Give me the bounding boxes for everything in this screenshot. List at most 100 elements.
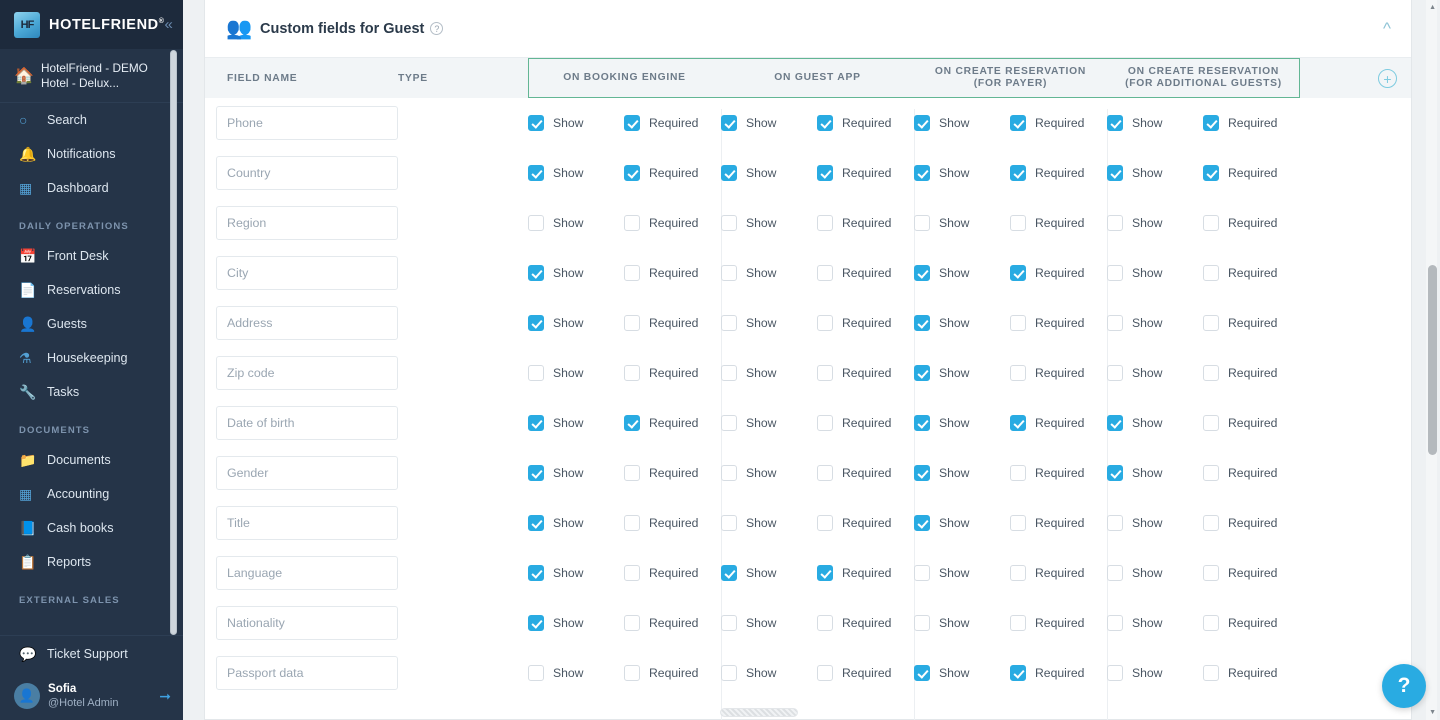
checkbox-guest-app-show[interactable]: Show <box>721 215 817 231</box>
checkbox-unchecked-icon[interactable] <box>1010 565 1026 581</box>
checkbox-unchecked-icon[interactable] <box>817 265 833 281</box>
checkbox-unchecked-icon[interactable] <box>914 615 930 631</box>
checkbox-create-reservation-additional-guests-show[interactable]: Show <box>1107 565 1203 581</box>
checkbox-guest-app-show[interactable]: Show <box>721 365 817 381</box>
checkbox-checked-icon[interactable] <box>528 565 544 581</box>
sidebar-item-housekeeping[interactable]: ⚗ Housekeeping <box>0 341 183 375</box>
checkbox-unchecked-icon[interactable] <box>817 215 833 231</box>
checkbox-booking-engine-required[interactable]: Required <box>624 415 720 431</box>
checkbox-unchecked-icon[interactable] <box>1107 565 1123 581</box>
checkbox-guest-app-required[interactable]: Required <box>817 515 913 531</box>
checkbox-guest-app-show[interactable]: Show <box>721 565 817 581</box>
checkbox-checked-icon[interactable] <box>914 515 930 531</box>
checkbox-unchecked-icon[interactable] <box>1010 315 1026 331</box>
checkbox-booking-engine-required[interactable]: Required <box>624 315 720 331</box>
checkbox-unchecked-icon[interactable] <box>1203 365 1219 381</box>
checkbox-guest-app-required[interactable]: Required <box>817 315 913 331</box>
sidebar-item-search[interactable]: ○ Search <box>0 103 183 137</box>
checkbox-create-reservation-additional-guests-required[interactable]: Required <box>1203 115 1299 131</box>
checkbox-create-reservation-additional-guests-show[interactable]: Show <box>1107 115 1203 131</box>
checkbox-create-reservation-payer-show[interactable]: Show <box>914 615 1010 631</box>
checkbox-create-reservation-payer-show[interactable]: Show <box>914 565 1010 581</box>
checkbox-unchecked-icon[interactable] <box>721 615 737 631</box>
checkbox-unchecked-icon[interactable] <box>817 515 833 531</box>
field-name-input[interactable]: Language <box>216 556 398 590</box>
checkbox-checked-icon[interactable] <box>528 515 544 531</box>
checkbox-guest-app-show[interactable]: Show <box>721 465 817 481</box>
checkbox-create-reservation-additional-guests-show[interactable]: Show <box>1107 165 1203 181</box>
checkbox-unchecked-icon[interactable] <box>1107 665 1123 681</box>
checkbox-guest-app-show[interactable]: Show <box>721 615 817 631</box>
checkbox-unchecked-icon[interactable] <box>624 365 640 381</box>
sidebar-item-tasks[interactable]: 🔧 Tasks <box>0 375 183 409</box>
checkbox-booking-engine-show[interactable]: Show <box>528 315 624 331</box>
checkbox-guest-app-required[interactable]: Required <box>817 365 913 381</box>
checkbox-guest-app-show[interactable]: Show <box>721 515 817 531</box>
field-name-input[interactable]: Zip code <box>216 356 398 390</box>
checkbox-unchecked-icon[interactable] <box>721 465 737 481</box>
sidebar-item-reservations[interactable]: 📄 Reservations <box>0 273 183 307</box>
checkbox-guest-app-show[interactable]: Show <box>721 315 817 331</box>
field-name-input[interactable]: Date of birth <box>216 406 398 440</box>
checkbox-booking-engine-show[interactable]: Show <box>528 215 624 231</box>
checkbox-booking-engine-show[interactable]: Show <box>528 515 624 531</box>
checkbox-unchecked-icon[interactable] <box>1203 215 1219 231</box>
sidebar-item-dashboard[interactable]: ▦ Dashboard <box>0 171 183 205</box>
checkbox-create-reservation-payer-show[interactable]: Show <box>914 315 1010 331</box>
checkbox-create-reservation-additional-guests-required[interactable]: Required <box>1203 265 1299 281</box>
help-fab-button[interactable]: ? <box>1382 664 1426 708</box>
checkbox-unchecked-icon[interactable] <box>1203 465 1219 481</box>
checkbox-guest-app-show[interactable]: Show <box>721 665 817 681</box>
checkbox-checked-icon[interactable] <box>914 365 930 381</box>
checkbox-unchecked-icon[interactable] <box>721 215 737 231</box>
checkbox-create-reservation-payer-show[interactable]: Show <box>914 115 1010 131</box>
checkbox-unchecked-icon[interactable] <box>624 265 640 281</box>
checkbox-guest-app-required[interactable]: Required <box>817 415 913 431</box>
checkbox-unchecked-icon[interactable] <box>624 315 640 331</box>
checkbox-unchecked-icon[interactable] <box>817 465 833 481</box>
checkbox-guest-app-show[interactable]: Show <box>721 265 817 281</box>
checkbox-unchecked-icon[interactable] <box>721 415 737 431</box>
checkbox-create-reservation-additional-guests-required[interactable]: Required <box>1203 315 1299 331</box>
checkbox-unchecked-icon[interactable] <box>1203 415 1219 431</box>
checkbox-checked-icon[interactable] <box>1203 115 1219 131</box>
sidebar-item-ticket-support[interactable]: 💬 Ticket Support <box>0 636 183 672</box>
checkbox-checked-icon[interactable] <box>528 315 544 331</box>
checkbox-unchecked-icon[interactable] <box>817 315 833 331</box>
checkbox-guest-app-show[interactable]: Show <box>721 165 817 181</box>
question-circle-icon[interactable]: ? <box>430 22 444 35</box>
checkbox-create-reservation-payer-show[interactable]: Show <box>914 365 1010 381</box>
checkbox-create-reservation-payer-required[interactable]: Required <box>1010 115 1106 131</box>
checkbox-booking-engine-required[interactable]: Required <box>624 615 720 631</box>
checkbox-unchecked-icon[interactable] <box>624 665 640 681</box>
checkbox-booking-engine-required[interactable]: Required <box>624 515 720 531</box>
field-name-input[interactable]: Nationality <box>216 606 398 640</box>
checkbox-create-reservation-payer-required[interactable]: Required <box>1010 215 1106 231</box>
field-name-input[interactable]: Region <box>216 206 398 240</box>
checkbox-guest-app-required[interactable]: Required <box>817 465 913 481</box>
checkbox-create-reservation-payer-show[interactable]: Show <box>914 465 1010 481</box>
checkbox-create-reservation-payer-show[interactable]: Show <box>914 415 1010 431</box>
checkbox-unchecked-icon[interactable] <box>1107 515 1123 531</box>
checkbox-unchecked-icon[interactable] <box>624 465 640 481</box>
checkbox-booking-engine-required[interactable]: Required <box>624 665 720 681</box>
checkbox-unchecked-icon[interactable] <box>624 515 640 531</box>
checkbox-guest-app-required[interactable]: Required <box>817 265 913 281</box>
checkbox-create-reservation-additional-guests-required[interactable]: Required <box>1203 415 1299 431</box>
checkbox-checked-icon[interactable] <box>1010 165 1026 181</box>
checkbox-guest-app-required[interactable]: Required <box>817 615 913 631</box>
checkbox-booking-engine-required[interactable]: Required <box>624 465 720 481</box>
checkbox-create-reservation-payer-required[interactable]: Required <box>1010 415 1106 431</box>
checkbox-create-reservation-additional-guests-show[interactable]: Show <box>1107 215 1203 231</box>
checkbox-checked-icon[interactable] <box>721 165 737 181</box>
field-name-input[interactable]: Passport data <box>216 656 398 690</box>
sidebar-item-notifications[interactable]: 🔔 Notifications <box>0 137 183 171</box>
checkbox-booking-engine-show[interactable]: Show <box>528 665 624 681</box>
sidebar-hotel-selector[interactable]: 🏠 HotelFriend - DEMO Hotel - Delux... <box>0 49 183 103</box>
sidebar-scrollbar[interactable] <box>170 50 177 635</box>
checkbox-checked-icon[interactable] <box>528 465 544 481</box>
checkbox-checked-icon[interactable] <box>1107 115 1123 131</box>
checkbox-create-reservation-additional-guests-required[interactable]: Required <box>1203 465 1299 481</box>
checkbox-checked-icon[interactable] <box>1010 415 1026 431</box>
checkbox-unchecked-icon[interactable] <box>624 215 640 231</box>
